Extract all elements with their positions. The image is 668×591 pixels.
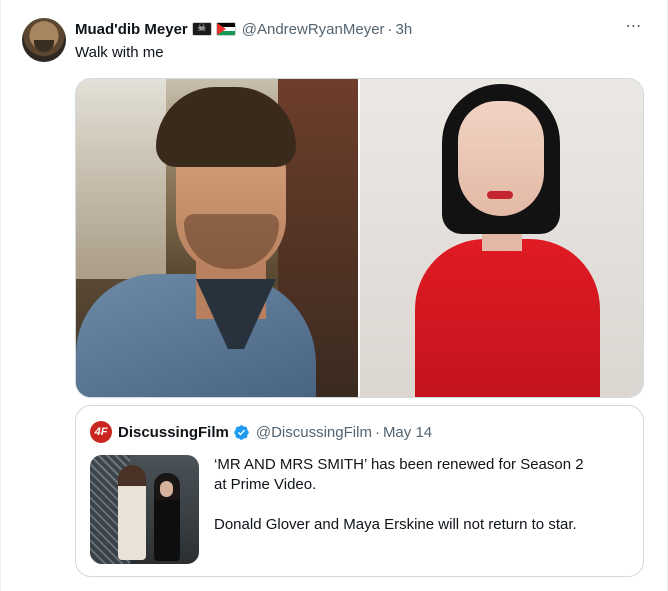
more-options-icon[interactable]: ⋯ — [621, 19, 647, 38]
photo-woman-red-dress[interactable] — [360, 79, 643, 397]
quoted-author-display-name[interactable]: DiscussingFilm — [118, 424, 229, 441]
tweet-timestamp[interactable]: 3h — [396, 21, 413, 38]
woman-face — [160, 481, 173, 497]
tweet-header: Muad'dib Meyer ☠ @AndrewRyanMeyer · 3h — [75, 18, 412, 40]
red-dress — [415, 239, 600, 397]
background-window — [76, 79, 166, 279]
author-avatar[interactable] — [22, 18, 66, 62]
palestine-flag-icon — [215, 22, 236, 36]
quoted-text-blank-line — [214, 495, 629, 515]
red-lips — [487, 191, 513, 199]
avatar-beard-shape — [34, 40, 54, 52]
quoted-tweet-thumbnail[interactable] — [90, 455, 199, 564]
man-in-white-suit — [118, 465, 146, 560]
quoted-text-line: at Prime Video. — [214, 476, 317, 493]
quoted-text-line: Donald Glover and Maya Erskine will not … — [214, 516, 577, 533]
tweet[interactable]: Muad'dib Meyer ☠ @AndrewRyanMeyer · 3h ⋯… — [0, 0, 668, 591]
tweet-text: Walk with me — [75, 44, 164, 61]
verified-badge-icon — [234, 424, 249, 440]
quoted-text-line: ‘MR AND MRS SMITH’ has been renewed for … — [214, 456, 584, 473]
author-handle[interactable]: @AndrewRyanMeyer — [242, 21, 385, 38]
author-display-name[interactable]: Muad'dib Meyer — [75, 21, 188, 38]
header-separator: · — [387, 20, 393, 38]
quoted-tweet-header: 4F DiscussingFilm @DiscussingFilm · May … — [90, 421, 432, 443]
quoted-header-separator: · — [374, 423, 380, 441]
photo-man-denim-jacket[interactable] — [76, 79, 358, 397]
curly-hair — [156, 87, 296, 167]
media-grid — [75, 78, 644, 398]
discussingfilm-logo-icon[interactable]: 4F — [90, 421, 112, 443]
quoted-tweet-timestamp[interactable]: May 14 — [383, 424, 432, 441]
quoted-author-handle[interactable]: @DiscussingFilm — [256, 424, 372, 441]
quoted-tweet-text: ‘MR AND MRS SMITH’ has been renewed for … — [214, 455, 629, 535]
skull-crossbones-flag-icon: ☠ — [191, 22, 212, 36]
quoted-tweet[interactable]: 4F DiscussingFilm @DiscussingFilm · May … — [75, 405, 644, 577]
